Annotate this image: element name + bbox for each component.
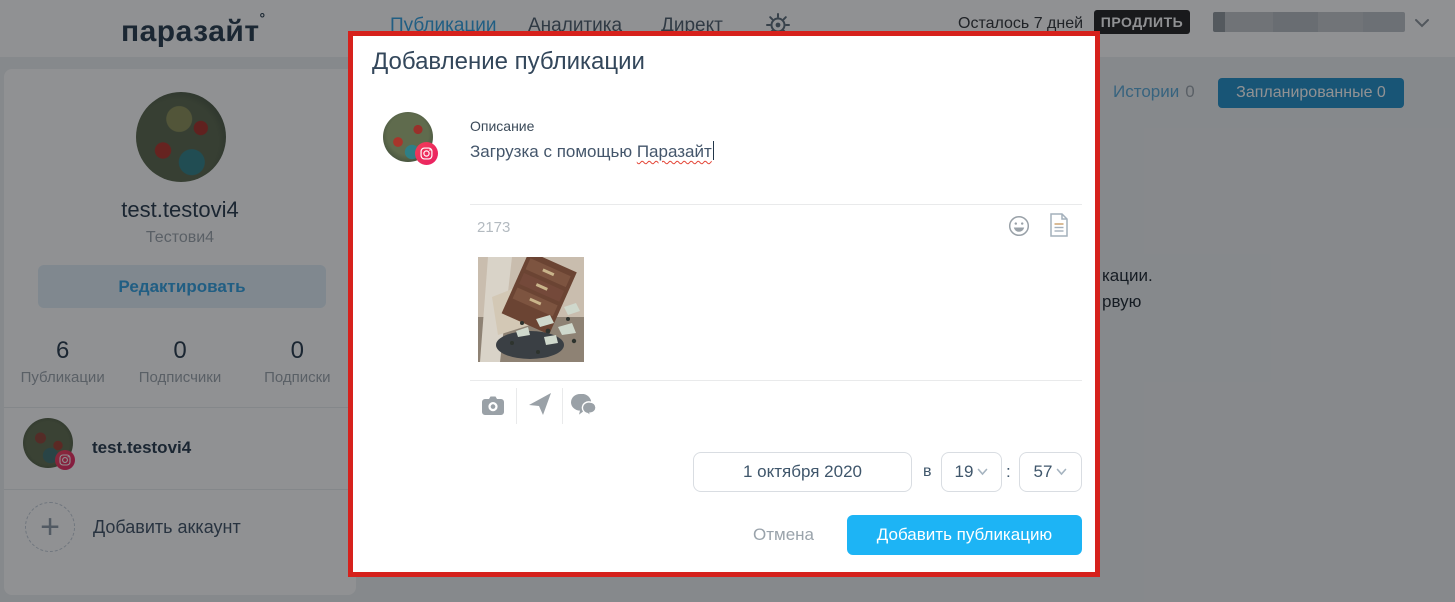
time-colon: : xyxy=(1006,462,1011,481)
template-document-icon[interactable] xyxy=(1049,213,1069,238)
minute-value: 57 xyxy=(1033,462,1053,481)
chevron-down-icon xyxy=(1057,468,1067,476)
cancel-button[interactable]: Отмена xyxy=(753,515,814,555)
add-publication-button[interactable]: Добавить публикацию xyxy=(847,515,1082,555)
post-image-thumbnail[interactable] xyxy=(478,257,584,362)
description-text: Загрузка с помощью xyxy=(470,142,637,161)
publish-date-input[interactable] xyxy=(693,452,912,492)
character-counter: 2173 xyxy=(477,219,511,236)
chevron-down-icon xyxy=(978,468,988,476)
location-send-icon[interactable] xyxy=(528,392,553,417)
minute-select[interactable]: 57 xyxy=(1019,452,1082,492)
add-publication-modal: Добавление публикации Описание Загрузка … xyxy=(348,31,1100,577)
description-misspelled-word: Паразайт xyxy=(636,142,712,161)
instagram-badge-icon xyxy=(415,142,438,165)
description-label: Описание xyxy=(470,118,535,134)
description-textarea[interactable]: Загрузка с помощью Паразайт xyxy=(470,141,714,162)
emoji-picker-icon[interactable] xyxy=(1008,215,1030,237)
time-preposition: в xyxy=(923,463,932,480)
hour-select[interactable]: 19 xyxy=(941,452,1002,492)
divider xyxy=(470,380,1082,381)
text-caret xyxy=(712,141,714,160)
app-screen: паразайт° Публикации Аналитика Директ Ос… xyxy=(0,0,1455,602)
divider xyxy=(470,204,1082,205)
first-comment-icon[interactable] xyxy=(570,394,598,417)
icon-separator xyxy=(516,388,517,424)
hour-value: 19 xyxy=(954,462,974,481)
modal-title: Добавление публикации xyxy=(372,48,645,75)
add-photo-camera-icon[interactable] xyxy=(481,395,505,416)
icon-separator xyxy=(562,388,563,424)
